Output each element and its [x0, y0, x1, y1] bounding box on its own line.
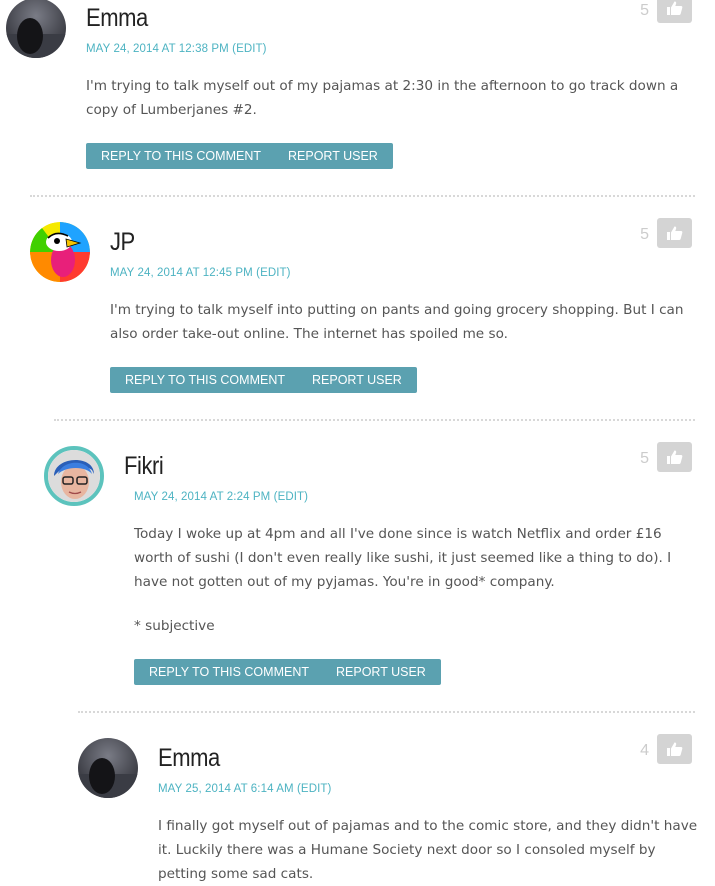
- vote-count: 5: [640, 226, 649, 243]
- comment-date[interactable]: MAY 24, 2014 AT 12:38 PM (EDIT): [86, 43, 267, 55]
- avatar[interactable]: [44, 446, 104, 506]
- edit-link[interactable]: (EDIT): [232, 43, 266, 55]
- avatar[interactable]: [6, 0, 66, 58]
- report-user-button[interactable]: REPORT USER: [273, 143, 393, 169]
- like-button[interactable]: [657, 218, 692, 248]
- avatar-photo-icon: [6, 0, 66, 58]
- comment-author[interactable]: Fikri: [124, 454, 164, 479]
- like-button[interactable]: [657, 734, 692, 764]
- comment-date-text[interactable]: MAY 25, 2014 AT 6:14 AM: [158, 783, 294, 795]
- comment-separator: [30, 195, 695, 197]
- comment-separator: [54, 419, 695, 421]
- avatar[interactable]: [30, 222, 90, 282]
- report-user-button[interactable]: REPORT USER: [321, 659, 441, 685]
- vote-count: 5: [640, 2, 649, 19]
- edit-link[interactable]: (EDIT): [297, 783, 331, 795]
- reply-button[interactable]: REPLY TO THIS COMMENT: [110, 367, 300, 393]
- comment-paragraph: I'm trying to talk myself out of my paja…: [86, 78, 679, 118]
- edit-link[interactable]: (EDIT): [256, 267, 290, 279]
- comment-date[interactable]: MAY 25, 2014 AT 6:14 AM (EDIT): [158, 783, 331, 795]
- comment-paragraph: I'm trying to talk myself into putting o…: [110, 302, 684, 342]
- comment-body: I'm trying to talk myself out of my paja…: [86, 74, 701, 122]
- comment-body: Today I woke up at 4pm and all I've done…: [134, 522, 704, 638]
- comment-author[interactable]: JP: [110, 230, 135, 255]
- report-user-button[interactable]: REPORT USER: [297, 367, 417, 393]
- avatar-person-icon: [48, 450, 100, 502]
- thumbs-up-icon: [667, 742, 683, 756]
- comment-date-text[interactable]: MAY 24, 2014 AT 2:24 PM: [134, 491, 270, 503]
- comment-separator: [78, 711, 695, 713]
- comment-date-text[interactable]: MAY 24, 2014 AT 12:38 PM: [86, 43, 229, 55]
- thumbs-up-icon: [667, 450, 683, 464]
- thumbs-up-icon: [667, 1, 683, 15]
- avatar-photo-icon: [78, 738, 138, 798]
- comment-date[interactable]: MAY 24, 2014 AT 12:45 PM (EDIT): [110, 267, 291, 279]
- edit-link[interactable]: (EDIT): [274, 491, 308, 503]
- comment-body: I'm trying to talk myself into putting o…: [110, 298, 700, 346]
- like-button[interactable]: [657, 0, 692, 23]
- avatar-bird-icon: [30, 222, 90, 282]
- vote-count: 4: [640, 742, 649, 759]
- reply-button[interactable]: REPLY TO THIS COMMENT: [86, 143, 276, 169]
- vote-count: 5: [640, 450, 649, 467]
- comment-paragraph: I finally got myself out of pajamas and …: [158, 818, 698, 882]
- comment-paragraph: * subjective: [134, 618, 215, 634]
- comment-author[interactable]: Emma: [158, 746, 220, 771]
- avatar[interactable]: [78, 738, 138, 798]
- comment-paragraph: Today I woke up at 4pm and all I've done…: [134, 526, 672, 590]
- comment-date[interactable]: MAY 24, 2014 AT 2:24 PM (EDIT): [134, 491, 308, 503]
- like-button[interactable]: [657, 442, 692, 472]
- comment-body: I finally got myself out of pajamas and …: [158, 814, 698, 886]
- reply-button[interactable]: REPLY TO THIS COMMENT: [134, 659, 324, 685]
- thumbs-up-icon: [667, 226, 683, 240]
- comment-date-text[interactable]: MAY 24, 2014 AT 12:45 PM: [110, 267, 253, 279]
- comment-author[interactable]: Emma: [86, 6, 148, 31]
